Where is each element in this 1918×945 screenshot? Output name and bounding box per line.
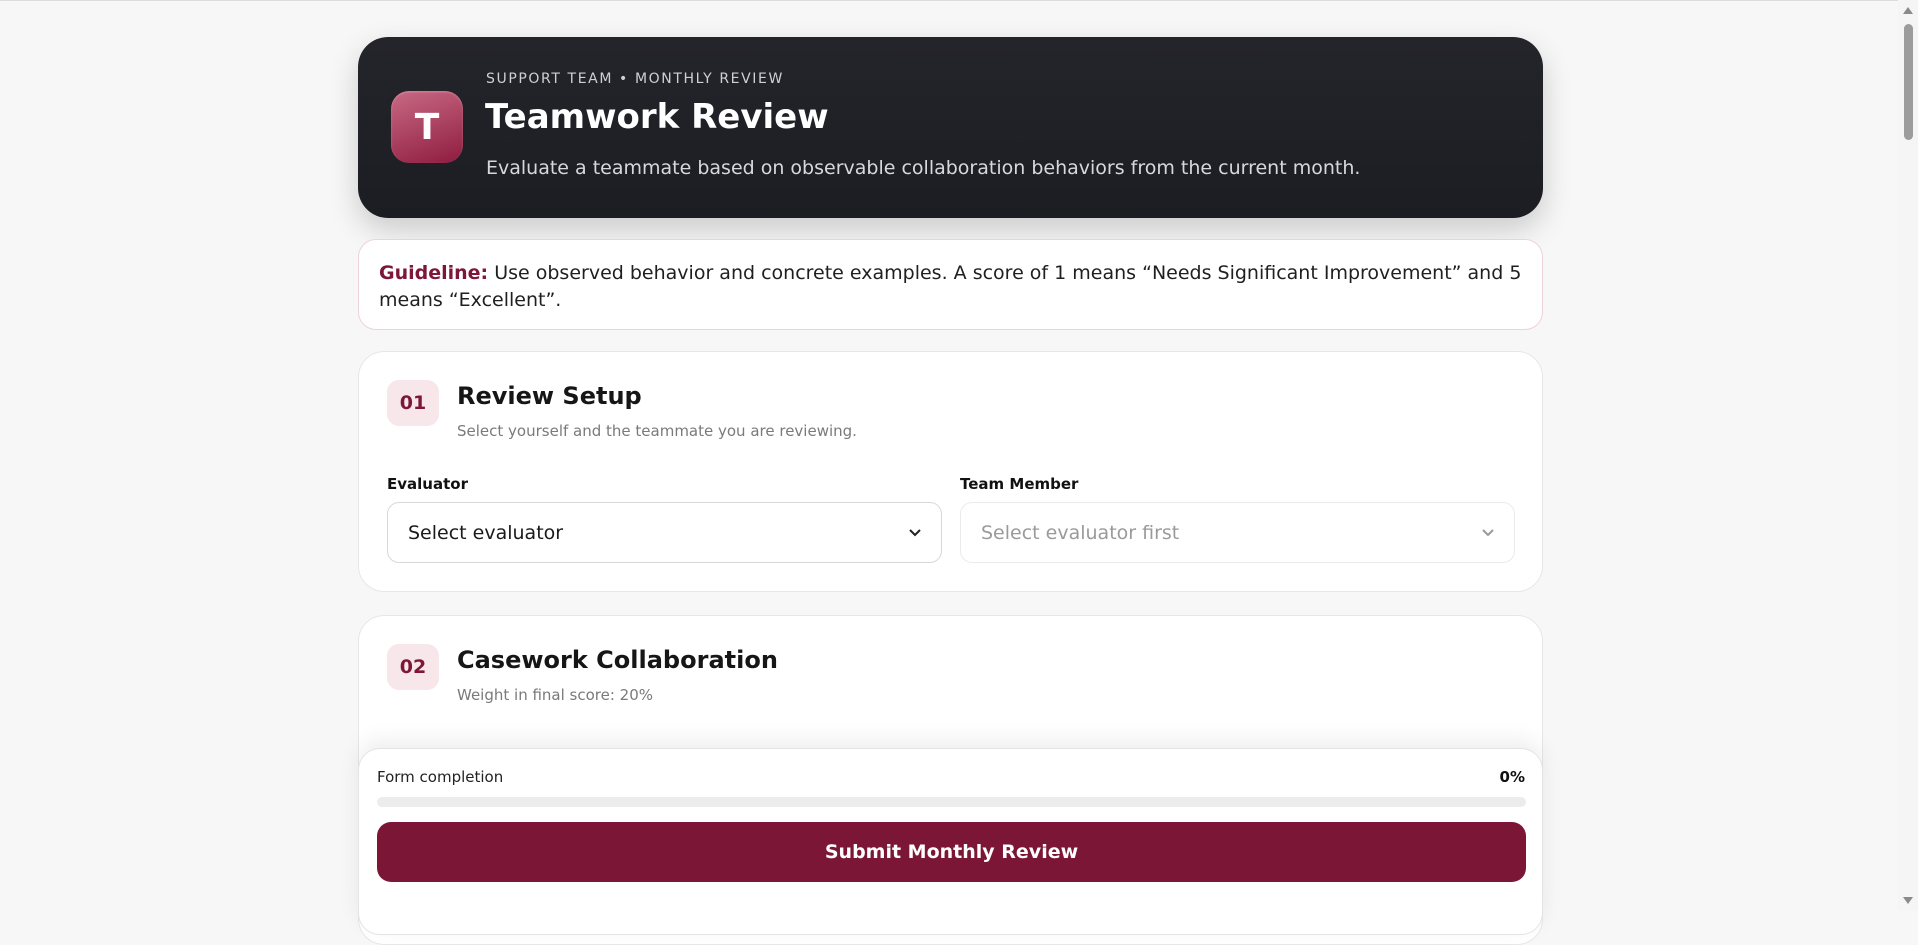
vertical-scrollbar[interactable]	[1898, 0, 1918, 911]
team-member-label: Team Member	[960, 475, 1079, 493]
progress-percent: 0%	[1499, 768, 1525, 786]
guideline-note: Guideline: Use observed behavior and con…	[358, 239, 1543, 330]
progress-bar	[377, 797, 1526, 807]
page-description: Evaluate a teammate based on observable …	[486, 157, 1361, 179]
scroll-up-arrow-icon[interactable]	[1903, 7, 1913, 14]
chevron-down-icon	[909, 525, 921, 541]
team-member-selected-value: Select evaluator first	[981, 521, 1180, 544]
chevron-down-icon	[1482, 525, 1494, 541]
section-subtitle: Select yourself and the teammate you are…	[457, 422, 857, 440]
header-banner: T SUPPORT TEAM • MONTHLY REVIEW Teamwork…	[358, 37, 1543, 218]
step-number-badge: 01	[387, 380, 439, 426]
review-page: T SUPPORT TEAM • MONTHLY REVIEW Teamwork…	[358, 37, 1543, 945]
guideline-label: Guideline:	[379, 262, 489, 284]
section-review-setup: 01 Review Setup Select yourself and the …	[358, 351, 1543, 592]
progress-label: Form completion	[377, 768, 504, 786]
team-member-select[interactable]: Select evaluator first	[960, 502, 1515, 563]
page-title: Teamwork Review	[485, 97, 829, 137]
header-eyebrow: SUPPORT TEAM • MONTHLY REVIEW	[486, 71, 784, 87]
sticky-progress-panel: Form completion 0% Submit Monthly Review	[358, 748, 1543, 935]
guideline-text: Use observed behavior and concrete examp…	[379, 262, 1522, 311]
evaluator-selected-value: Select evaluator	[408, 521, 564, 544]
evaluator-label: Evaluator	[387, 475, 468, 493]
scroll-down-arrow-icon[interactable]	[1903, 897, 1913, 904]
app-logo: T	[391, 91, 463, 163]
section-title: Casework Collaboration	[457, 646, 778, 674]
scrollbar-thumb[interactable]	[1904, 24, 1913, 140]
submit-review-button[interactable]: Submit Monthly Review	[377, 822, 1526, 882]
step-number-badge: 02	[387, 644, 439, 690]
evaluator-select[interactable]: Select evaluator	[387, 502, 942, 563]
section-subtitle: Weight in final score: 20%	[457, 686, 654, 704]
section-title: Review Setup	[457, 382, 642, 410]
window-top-border	[0, 0, 1898, 1]
